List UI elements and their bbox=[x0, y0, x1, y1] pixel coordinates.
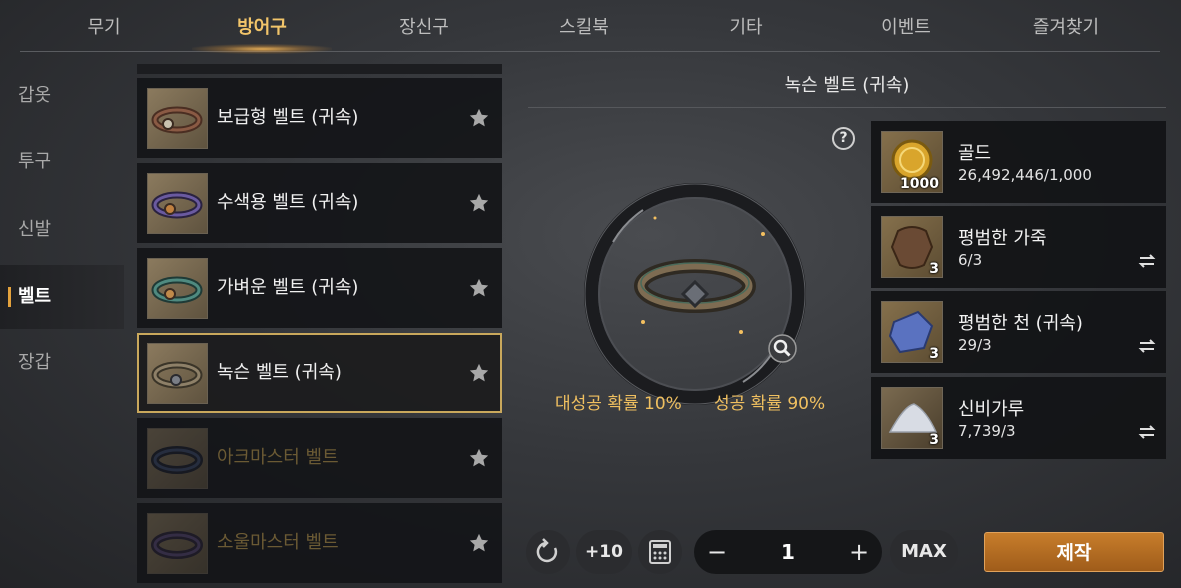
plus10-button[interactable]: +10 bbox=[576, 530, 632, 574]
belt-icon bbox=[147, 173, 208, 234]
list-item[interactable]: 수색용 벨트 (귀속) bbox=[137, 163, 502, 243]
material-count: 29/3 bbox=[958, 336, 992, 354]
category-label: 신발 bbox=[18, 219, 52, 240]
item-name: 녹슨 벨트 (귀속) bbox=[217, 362, 342, 383]
category-shoes[interactable]: 신발 bbox=[0, 198, 124, 262]
belt-icon bbox=[147, 258, 208, 319]
list-item[interactable]: 가벼운 벨트 (귀속) bbox=[137, 248, 502, 328]
help-icon[interactable]: ? bbox=[832, 127, 855, 150]
item-title: 녹슨 벨트 (귀속) bbox=[528, 70, 1166, 108]
material-name: 평범한 가죽 bbox=[958, 228, 1047, 249]
quantity-stepper: − 1 + bbox=[694, 530, 882, 574]
category-tabs: 무기 방어구 장신구 스킬북 기타 이벤트 즐겨찾기 bbox=[20, 0, 1160, 54]
max-button[interactable]: MAX bbox=[890, 530, 958, 574]
reset-button[interactable] bbox=[526, 530, 570, 574]
category-gloves[interactable]: 장갑 bbox=[0, 331, 124, 395]
gold-coin-icon: 1000 bbox=[881, 131, 943, 193]
craft-button[interactable]: 제작 bbox=[984, 532, 1164, 572]
category-label: 갑옷 bbox=[18, 85, 52, 106]
tab-accessory[interactable]: 장신구 bbox=[354, 0, 494, 52]
powder-icon: 3 bbox=[881, 387, 943, 449]
swap-icon[interactable] bbox=[1138, 337, 1156, 355]
item-name: 수색용 벨트 (귀속) bbox=[217, 192, 359, 213]
favorite-star-icon[interactable] bbox=[468, 532, 490, 554]
favorite-star-icon[interactable] bbox=[468, 447, 490, 469]
quantity-controls: +10 − 1 + MAX bbox=[526, 530, 966, 574]
item-preview-ring bbox=[584, 183, 806, 405]
zoom-icon[interactable] bbox=[768, 334, 797, 363]
increase-button[interactable]: + bbox=[836, 530, 882, 574]
belt-icon bbox=[147, 88, 208, 149]
material-name: 평범한 천 (귀속) bbox=[958, 313, 1083, 334]
favorite-star-icon[interactable] bbox=[468, 277, 490, 299]
success-rate: 성공 확률 90% bbox=[714, 394, 826, 414]
list-item-locked[interactable]: 아크마스터 벨트 bbox=[137, 418, 502, 498]
calculator-icon bbox=[649, 540, 671, 564]
favorite-star-icon[interactable] bbox=[468, 107, 490, 129]
decrease-button[interactable]: − bbox=[694, 530, 740, 574]
material-quantity-badge: 3 bbox=[929, 261, 939, 277]
category-armor[interactable]: 갑옷 bbox=[0, 64, 124, 128]
calculator-button[interactable] bbox=[638, 530, 682, 574]
item-list[interactable]: 보급형 벨트 (귀속) 수색용 벨트 (귀속) 가벼운 벨트 (귀속) 녹슨 벨… bbox=[137, 64, 502, 588]
item-name: 보급형 벨트 (귀속) bbox=[217, 107, 359, 128]
list-item-locked[interactable]: 소울마스터 벨트 bbox=[137, 503, 502, 583]
swap-icon[interactable] bbox=[1138, 423, 1156, 441]
category-belt[interactable]: 벨트 bbox=[0, 265, 124, 329]
material-row: 3 평범한 천 (귀속) 29/3 bbox=[871, 291, 1166, 373]
category-label: 장갑 bbox=[18, 352, 52, 373]
tab-event[interactable]: 이벤트 bbox=[836, 0, 976, 52]
great-success-rate: 대성공 확률 10% bbox=[555, 394, 682, 414]
quantity-input[interactable]: 1 bbox=[740, 530, 836, 574]
active-tab-glow bbox=[192, 44, 332, 54]
tab-favorites[interactable]: 즐겨찾기 bbox=[996, 0, 1136, 52]
material-row: 3 평범한 가죽 6/3 bbox=[871, 206, 1166, 288]
material-name: 신비가루 bbox=[958, 399, 1025, 420]
belt-icon bbox=[147, 428, 208, 489]
material-count: 26,492,446/1,000 bbox=[958, 166, 1092, 184]
swap-icon[interactable] bbox=[1138, 252, 1156, 270]
tab-etc[interactable]: 기타 bbox=[676, 0, 816, 52]
item-name: 가벼운 벨트 (귀속) bbox=[217, 277, 359, 298]
category-helmet[interactable]: 투구 bbox=[0, 130, 124, 194]
category-label: 투구 bbox=[18, 151, 52, 172]
list-item-selected[interactable]: 녹슨 벨트 (귀속) bbox=[137, 333, 502, 413]
material-quantity-badge: 3 bbox=[929, 346, 939, 362]
list-scroll-edge bbox=[137, 64, 502, 74]
active-indicator bbox=[8, 287, 11, 307]
item-name: 소울마스터 벨트 bbox=[217, 532, 339, 553]
cloth-icon: 3 bbox=[881, 301, 943, 363]
item-name: 아크마스터 벨트 bbox=[217, 447, 339, 468]
material-quantity-badge: 3 bbox=[929, 432, 939, 448]
list-item[interactable]: 보급형 벨트 (귀속) bbox=[137, 78, 502, 158]
material-name: 골드 bbox=[958, 143, 992, 164]
tab-skillbook[interactable]: 스킬북 bbox=[514, 0, 654, 52]
belt-icon bbox=[147, 343, 208, 404]
material-count: 7,739/3 bbox=[958, 422, 1016, 440]
favorite-star-icon[interactable] bbox=[468, 362, 490, 384]
belt-icon bbox=[147, 513, 208, 574]
material-row: 1000 골드 26,492,446/1,000 bbox=[871, 121, 1166, 203]
category-label: 벨트 bbox=[18, 286, 52, 307]
reset-icon bbox=[536, 538, 558, 563]
material-count: 6/3 bbox=[958, 251, 983, 269]
leather-icon: 3 bbox=[881, 216, 943, 278]
material-row: 3 신비가루 7,739/3 bbox=[871, 377, 1166, 459]
favorite-star-icon[interactable] bbox=[468, 192, 490, 214]
tab-weapon[interactable]: 무기 bbox=[34, 0, 174, 52]
material-quantity-badge: 1000 bbox=[900, 176, 939, 192]
